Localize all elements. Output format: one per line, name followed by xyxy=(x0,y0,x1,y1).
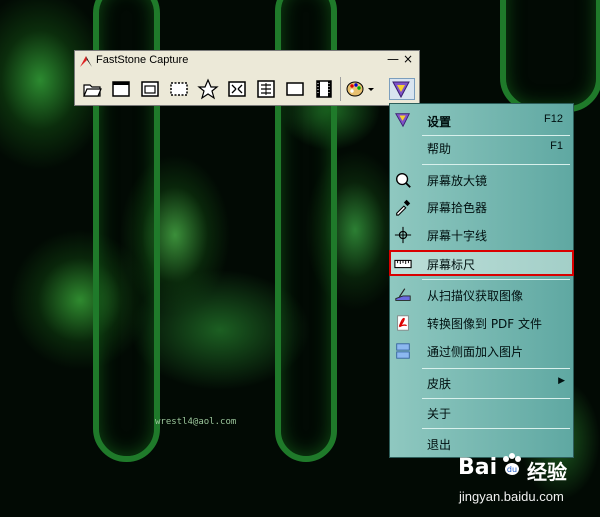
pdf-icon xyxy=(397,315,409,331)
menu-item-settings[interactable]: 设置 F12 xyxy=(390,107,573,133)
toolbar-titlebar[interactable]: FastStone Capture — × xyxy=(75,51,419,71)
settings-menu-icon xyxy=(392,81,410,99)
minimize-button[interactable]: — xyxy=(387,52,399,66)
menu-item-scanner[interactable]: 从扫描仪获取图像 xyxy=(390,284,573,306)
menu-item-label: 屏幕放大镜 xyxy=(427,174,488,188)
menu-item-screen-ruler[interactable]: 屏幕标尺 xyxy=(389,250,574,276)
menu-item-crosshair[interactable]: 屏幕十字线 xyxy=(390,224,573,246)
menu-item-screen-magnifier[interactable]: 屏幕放大镜 xyxy=(390,169,573,191)
menu-item-label: 转换图像到 PDF 文件 xyxy=(427,317,543,331)
capture-rectangle-button[interactable] xyxy=(168,78,190,100)
menu-item-label: 关于 xyxy=(427,407,452,421)
menu-item-about[interactable]: 关于 xyxy=(390,402,573,424)
capture-rectangle-icon xyxy=(170,82,188,96)
open-folder-button[interactable] xyxy=(81,78,103,100)
menu-item-join-images[interactable]: 通过侧面加入图片 xyxy=(390,340,573,362)
capture-scrolling-button[interactable] xyxy=(255,78,277,100)
capture-window-button[interactable] xyxy=(110,78,132,100)
eyedropper-icon xyxy=(396,199,411,216)
menu-divider xyxy=(422,398,570,399)
menu-item-label: 皮肤 xyxy=(427,377,452,391)
menu-item-label: 从扫描仪获取图像 xyxy=(427,289,524,303)
menu-divider xyxy=(422,428,570,429)
output-palette-button[interactable] xyxy=(345,78,375,100)
open-folder-icon xyxy=(83,84,102,97)
menu-item-label: 屏幕标尺 xyxy=(427,258,476,272)
email-watermark: wrestl4@aol.com xyxy=(155,417,237,427)
faststone-toolbar[interactable]: FastStone Capture — × xyxy=(74,50,420,106)
menu-divider xyxy=(422,135,570,136)
capture-object-button[interactable] xyxy=(139,78,161,100)
menu-divider xyxy=(422,368,570,369)
menu-divider xyxy=(422,164,570,165)
scanner-icon xyxy=(395,288,411,301)
menu-item-convert-pdf[interactable]: 转换图像到 PDF 文件 xyxy=(390,312,573,334)
menu-item-color-picker[interactable]: 屏幕拾色器 xyxy=(390,196,573,218)
menu-item-help[interactable]: 帮助 F1 xyxy=(390,137,573,159)
capture-window-icon xyxy=(112,81,130,97)
capture-scrolling-icon xyxy=(257,80,275,98)
toolbar-title: FastStone Capture xyxy=(96,54,189,66)
output-palette-icon xyxy=(346,81,374,97)
settings-icon xyxy=(395,113,411,128)
menu-item-label: 屏幕十字线 xyxy=(427,229,488,243)
capture-object-icon xyxy=(141,81,159,97)
capture-freehand-button[interactable] xyxy=(197,78,219,100)
magnifier-icon xyxy=(396,173,411,188)
menu-divider xyxy=(422,279,570,280)
menu-item-label: 通过侧面加入图片 xyxy=(427,345,524,359)
watermark-brand-2: 经验 xyxy=(527,460,567,484)
screen-recorder-button[interactable] xyxy=(313,78,335,100)
menu-item-label: 退出 xyxy=(427,438,452,452)
join-images-icon xyxy=(396,343,410,359)
watermark-url: jingyan.baidu.com xyxy=(459,489,564,504)
capture-fixed-region-button[interactable] xyxy=(284,78,306,100)
close-button[interactable]: × xyxy=(403,52,413,66)
capture-fixed-region-icon xyxy=(286,82,304,96)
capture-fullscreen-icon xyxy=(228,81,246,97)
menu-item-shortcut: F12 xyxy=(544,113,563,125)
submenu-arrow-icon: ▶ xyxy=(558,376,565,386)
menu-item-shortcut: F1 xyxy=(550,140,563,152)
settings-menu-button[interactable] xyxy=(389,78,415,100)
menu-item-label: 帮助 xyxy=(427,142,452,156)
capture-fullscreen-button[interactable] xyxy=(226,78,248,100)
capture-freehand-icon xyxy=(197,78,219,100)
background-pillar-far-right xyxy=(500,0,600,112)
crosshair-icon xyxy=(394,226,412,244)
menu-item-label: 屏幕拾色器 xyxy=(427,201,488,215)
screen-recorder-icon xyxy=(316,80,332,98)
settings-dropdown-menu: 设置 F12 帮助 F1 屏幕放大镜 屏幕拾色器 屏幕十字线 屏幕标尺 从扫描仪… xyxy=(389,103,574,458)
ruler-icon xyxy=(394,259,412,269)
toolbar-separator xyxy=(340,77,341,101)
menu-item-skin[interactable]: 皮肤 ▶ xyxy=(390,372,573,394)
menu-item-label: 设置 xyxy=(427,115,452,129)
watermark-brand: Bai xyxy=(458,455,498,480)
faststone-logo-icon xyxy=(80,56,92,67)
menu-item-exit[interactable]: 退出 xyxy=(390,433,573,455)
svg-text:du: du xyxy=(507,465,517,474)
baidu-paw-icon: du xyxy=(503,453,521,475)
